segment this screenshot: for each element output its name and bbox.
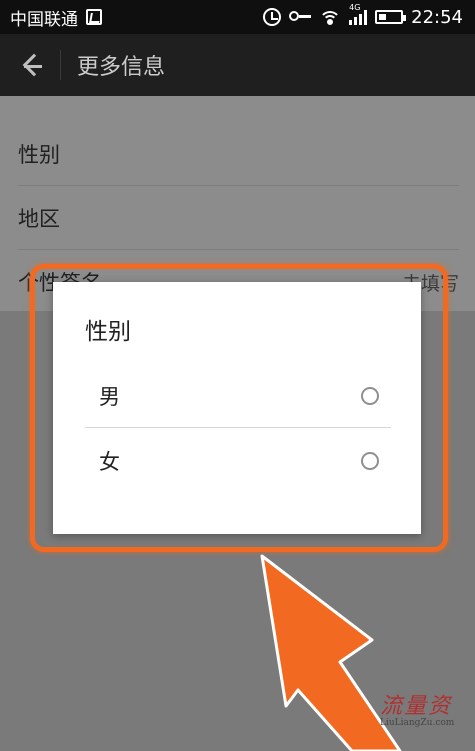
watermark-url: LiuLiangZu.com bbox=[380, 718, 455, 728]
watermark-text: 流量资 bbox=[380, 694, 453, 719]
watermark-logo: 流量资 LiuLiangZu.com bbox=[380, 688, 454, 728]
pointer-arrow-icon bbox=[260, 554, 402, 751]
